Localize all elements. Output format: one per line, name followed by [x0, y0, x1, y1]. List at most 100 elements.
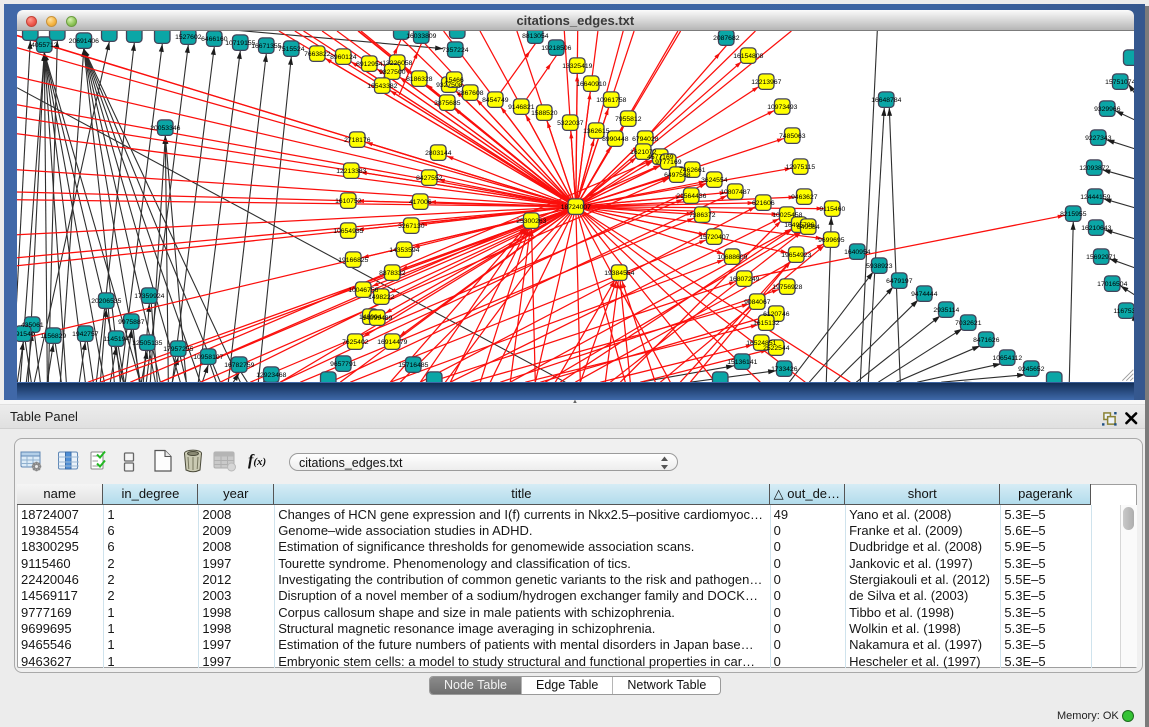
svg-text:849584: 849584: [797, 224, 820, 231]
svg-text:10961758: 10961758: [596, 97, 626, 104]
svg-text:2718176: 2718176: [344, 137, 371, 144]
svg-text:7485063: 7485063: [779, 133, 806, 140]
svg-text:8878332: 8878332: [379, 270, 406, 277]
svg-text:10046756: 10046756: [348, 287, 378, 294]
svg-text:3624554: 3624554: [701, 177, 728, 184]
svg-text:6794028: 6794028: [632, 136, 659, 143]
svg-text:5322037: 5322037: [557, 120, 584, 127]
svg-text:9777169: 9777169: [655, 159, 682, 166]
svg-text:2867608: 2867608: [457, 90, 484, 97]
svg-text:19218506: 19218506: [541, 45, 571, 52]
svg-text:435061: 435061: [21, 322, 44, 329]
svg-text:4055712: 4055712: [31, 42, 58, 49]
svg-text:8813054: 8813054: [522, 33, 549, 40]
svg-text:10688609: 10688609: [717, 254, 747, 261]
svg-text:8912954: 8912954: [356, 61, 383, 68]
svg-text:16543382: 16543382: [367, 83, 397, 90]
svg-text:16154808: 16154808: [733, 53, 763, 60]
svg-text:3267130: 3267130: [398, 223, 425, 230]
svg-text:12213967: 12213967: [751, 79, 781, 86]
svg-text:7357224: 7357224: [442, 47, 469, 54]
svg-text:1733426: 1733426: [771, 366, 798, 373]
svg-text:16914479: 16914479: [377, 339, 407, 346]
svg-text:9227343: 9227343: [1085, 135, 1112, 142]
svg-text:8454749: 8454749: [482, 97, 509, 104]
svg-text:1145194: 1145194: [103, 336, 129, 343]
svg-text:3875685: 3875685: [434, 100, 461, 107]
svg-text:21564436: 21564436: [676, 193, 706, 200]
svg-text:8471626: 8471626: [973, 337, 1000, 344]
svg-text:2087682: 2087682: [713, 35, 740, 42]
svg-text:9827500: 9827500: [379, 69, 406, 76]
svg-text:15716485: 15716485: [398, 362, 428, 369]
svg-text:6466160: 6466160: [201, 36, 228, 43]
svg-text:10654935: 10654935: [333, 228, 363, 235]
svg-text:6120746: 6120746: [763, 311, 790, 318]
svg-text:1156829: 1156829: [40, 333, 66, 340]
svg-text:16210643: 16210643: [1081, 225, 1111, 232]
svg-text:621606: 621606: [752, 200, 775, 207]
svg-text:8215955: 8215955: [1060, 211, 1087, 218]
svg-text:10973493: 10973493: [767, 104, 797, 111]
svg-text:9463627: 9463627: [791, 194, 818, 201]
svg-text:7386372: 7386372: [689, 212, 716, 219]
svg-text:19756928: 19756928: [772, 284, 802, 291]
svg-text:19166825: 19166825: [338, 257, 368, 264]
svg-text:1362615: 1362615: [583, 128, 610, 135]
svg-text:7625402: 7625402: [342, 339, 369, 346]
svg-text:16782759: 16782759: [224, 362, 254, 369]
svg-text:17359924: 17359924: [134, 293, 164, 300]
svg-text:12093872: 12093872: [1079, 165, 1109, 172]
svg-text:14353594: 14353594: [389, 247, 419, 254]
svg-text:13226058: 13226058: [382, 60, 412, 67]
svg-text:14099489: 14099489: [362, 315, 392, 322]
svg-text:10807487: 10807487: [720, 189, 750, 196]
svg-text:9329966: 9329966: [1094, 106, 1121, 113]
svg-text:16807249: 16807249: [729, 276, 759, 283]
svg-text:9657791: 9657791: [330, 361, 357, 368]
svg-text:6479197: 6479197: [886, 278, 913, 285]
svg-text:9975887: 9975887: [118, 319, 145, 326]
svg-text:9245652: 9245652: [1018, 366, 1045, 373]
svg-text:1167530: 1167530: [1113, 308, 1134, 315]
svg-text:19654923: 19654923: [781, 252, 811, 259]
svg-text:1640954: 1640954: [844, 249, 871, 256]
svg-text:16640910: 16640910: [576, 81, 606, 88]
svg-text:13325419: 13325419: [562, 63, 592, 70]
svg-text:1942757: 1942757: [72, 331, 99, 338]
svg-text:10958107: 10958107: [193, 354, 223, 361]
svg-text:20206535: 20206535: [91, 298, 121, 305]
svg-text:12213383: 12213383: [336, 168, 366, 175]
svg-text:7032621: 7032621: [955, 320, 982, 327]
svg-text:7663822: 7663822: [304, 51, 331, 58]
svg-text:7515524: 7515524: [278, 46, 305, 53]
svg-text:20053346: 20053346: [150, 125, 180, 132]
svg-text:2803144: 2803144: [425, 150, 452, 157]
svg-text:12444159: 12444159: [1080, 194, 1110, 201]
svg-text:16648784: 16648784: [871, 97, 901, 104]
svg-text:8990448: 8990448: [602, 136, 629, 143]
svg-text:1498222: 1498222: [368, 294, 395, 301]
svg-text:18724007: 18724007: [560, 204, 590, 211]
svg-text:8427552: 8427552: [416, 175, 443, 182]
svg-text:17016504: 17016504: [1097, 281, 1127, 288]
svg-text:9084067: 9084067: [744, 299, 771, 306]
svg-text:5938923: 5938923: [866, 263, 893, 270]
svg-text:20691406: 20691406: [68, 38, 98, 45]
svg-text:8960124: 8960124: [330, 54, 357, 61]
svg-text:7955812: 7955812: [615, 116, 642, 123]
svg-text:2522544: 2522544: [763, 345, 790, 352]
svg-text:1588520: 1588520: [531, 110, 558, 117]
svg-text:12505135: 12505135: [132, 340, 162, 347]
svg-text:8186328: 8186328: [406, 76, 433, 83]
svg-text:9474444: 9474444: [911, 291, 938, 298]
svg-text:6497568: 6497568: [664, 172, 691, 179]
svg-text:19384554: 19384554: [604, 270, 634, 277]
svg-text:16671355: 16671355: [251, 43, 281, 50]
svg-text:417006: 417006: [409, 199, 432, 206]
svg-text:12923468: 12923468: [256, 372, 286, 379]
svg-text:15466: 15466: [445, 77, 464, 84]
svg-text:15751074: 15751074: [1105, 79, 1134, 86]
svg-text:1610752: 1610752: [335, 198, 362, 205]
svg-text:391540: 391540: [17, 331, 35, 338]
